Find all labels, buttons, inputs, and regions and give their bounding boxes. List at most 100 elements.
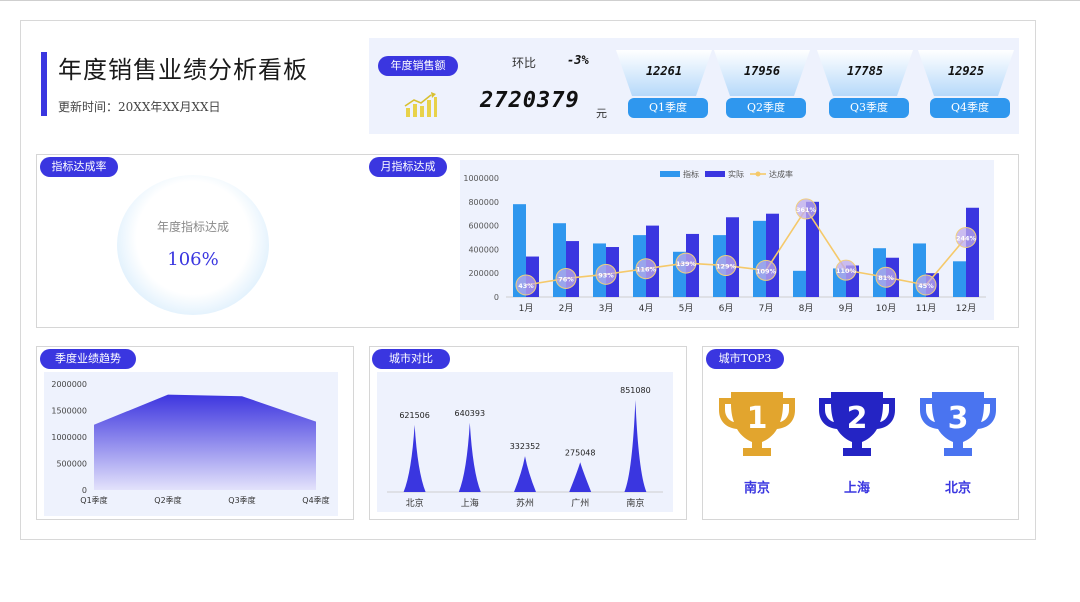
x-tick-label: 广州: [571, 497, 589, 509]
city-spike: [624, 400, 647, 492]
quarter-value: 17785: [846, 64, 884, 78]
city-value-label: 332352: [510, 442, 541, 451]
top2-city: 上海: [843, 481, 870, 496]
x-tick-label: 8月: [799, 303, 814, 314]
rate-label: 139%: [676, 260, 697, 268]
trophy-rank-2: 2: [847, 401, 868, 436]
annual-sales-unit: 元: [596, 107, 607, 120]
x-tick-label: 4月: [639, 303, 654, 314]
y-tick-label: 500000: [56, 460, 87, 469]
trophy-silver-icon: 2: [819, 392, 895, 456]
x-tick-label: 北京: [406, 497, 424, 509]
annual-rate-bubble: [117, 175, 269, 315]
city-value-label: 621506: [399, 411, 430, 420]
city-value-label: 851080: [620, 386, 651, 395]
city-spike: [458, 422, 481, 492]
mom-label: 环比: [512, 56, 537, 70]
x-tick-label: 1月: [519, 303, 534, 314]
y-tick-label: 2000000: [51, 380, 87, 389]
rate-line: [525, 207, 967, 286]
quarter-card-q2: 17956 Q2季度: [714, 48, 810, 120]
y-tick-label: 600000: [468, 222, 499, 231]
legend-label-actual: 实际: [728, 169, 744, 179]
target-bar: [793, 270, 806, 297]
title-accent-bar: [41, 52, 47, 116]
top3-city: 北京: [944, 481, 971, 496]
x-tick-label: 苏州: [516, 497, 534, 509]
y-tick-label: 0: [494, 293, 499, 302]
legend-swatch-target: [660, 171, 680, 177]
trophy-rank-1: 1: [747, 401, 768, 436]
top1-city: 南京: [743, 481, 770, 496]
legend-dot-rate: [755, 171, 761, 177]
quarter-label: Q4季度: [930, 98, 1010, 118]
update-time: 更新时间：20XX年XX月XX日: [58, 100, 221, 114]
annual-sales-badge: 年度销售额: [378, 56, 458, 76]
rate-label: 244%: [956, 234, 977, 242]
legend-label-target: 指标: [683, 169, 699, 179]
quarter-label: Q3季度: [829, 98, 909, 118]
x-tick-label: 上海: [461, 497, 479, 509]
quarter-trend-title: 季度业绩趋势: [40, 349, 136, 369]
rate-label: 129%: [716, 263, 737, 271]
x-tick-label: 10月: [876, 303, 896, 314]
rate-label: 76%: [558, 275, 574, 283]
quarter-value: 17956: [743, 64, 781, 78]
city-spike: [403, 424, 426, 492]
x-tick-label: 5月: [679, 303, 694, 314]
legend-swatch-actual: [705, 171, 725, 177]
quarter-card-q1: 12261 Q1季度: [616, 48, 712, 120]
city-value-label: 640393: [455, 409, 486, 418]
annual-sales-total: 2720379: [480, 88, 580, 113]
trophy-gold-icon: 1: [719, 392, 795, 456]
quarter-value: 12925: [947, 64, 985, 78]
x-tick-label: Q3季度: [228, 495, 255, 505]
quarter-card-q3: 17785 Q3季度: [817, 48, 913, 120]
city-compare-title: 城市对比: [372, 349, 450, 369]
annual-rate-label: 年度指标达成: [156, 220, 229, 234]
rate-label: 45%: [918, 282, 934, 290]
trophy-bronze-icon: 3: [920, 392, 996, 456]
legend-label-rate: 达成率: [769, 169, 793, 179]
x-tick-label: Q4季度: [302, 495, 329, 505]
quarter-card-q4: 12925 Q4季度: [918, 48, 1014, 120]
x-tick-label: 2月: [559, 303, 574, 314]
x-tick-label: Q2季度: [154, 495, 181, 505]
rate-label: 93%: [598, 271, 614, 279]
city-spike: [569, 462, 592, 492]
quarter-area: [94, 394, 316, 490]
x-tick-label: 12月: [956, 303, 976, 314]
x-tick-label: 9月: [839, 303, 854, 314]
y-tick-label: 800000: [468, 198, 499, 207]
city-value-label: 275048: [565, 448, 596, 457]
x-tick-label: 11月: [916, 303, 936, 314]
monthly-panel-title: 月指标达成: [369, 157, 447, 177]
growth-chart-icon: [404, 92, 437, 117]
y-tick-label: 200000: [468, 269, 499, 278]
target-bar: [953, 261, 966, 297]
y-tick-label: 1000000: [51, 433, 87, 442]
annual-rate-value: 106%: [167, 249, 219, 270]
city-compare-chart: 621506 北京 640393 上海 332352 苏州 275048 广州 851080 南京: [387, 386, 663, 509]
page-title: 年度销售业绩分析看板: [58, 56, 308, 84]
x-tick-label: 南京: [626, 497, 644, 509]
y-tick-label: 0: [82, 486, 87, 495]
x-tick-label: 7月: [759, 303, 774, 314]
target-bar: [753, 220, 766, 297]
mom-value: -3%: [567, 53, 589, 67]
quarter-label: Q2季度: [726, 98, 806, 118]
city-spike: [514, 456, 536, 492]
trophy-rank-3: 3: [948, 401, 969, 436]
rate-label: 43%: [518, 282, 534, 290]
quarter-label: Q1季度: [628, 98, 708, 118]
y-tick-label: 1000000: [463, 174, 499, 183]
y-tick-label: 1500000: [51, 407, 87, 416]
x-tick-label: 6月: [719, 303, 734, 314]
rate-label: 81%: [878, 274, 894, 282]
y-tick-label: 400000: [468, 245, 499, 254]
rate-label: 109%: [756, 267, 777, 275]
top-divider: [0, 0, 1080, 1]
x-tick-label: 3月: [599, 303, 614, 314]
quarter-value: 12261: [645, 64, 683, 78]
rate-label: 116%: [636, 266, 657, 274]
